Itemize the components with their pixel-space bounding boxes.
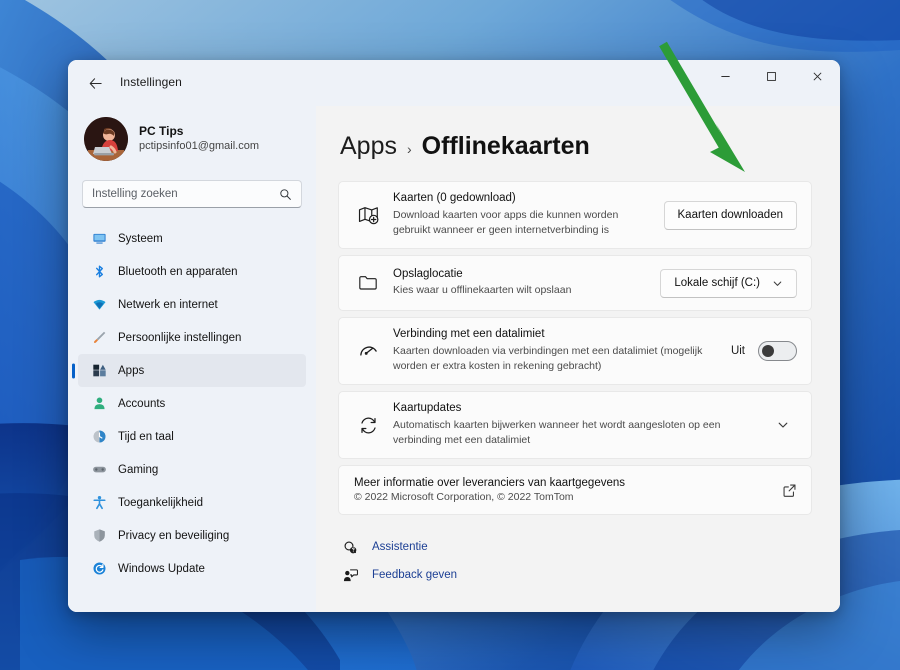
chevron-down-icon: [772, 278, 783, 289]
search-icon: [279, 188, 292, 201]
chevron-down-icon: [778, 422, 788, 428]
window-controls: [702, 60, 840, 93]
wifi-icon: [91, 297, 107, 313]
person-icon: [91, 396, 107, 412]
card-storage-location: Opslaglocatie Kies waar u offlinekaarten…: [338, 255, 812, 312]
sidebar-item-bluetooth-en-apparaten[interactable]: Bluetooth en apparaten: [78, 255, 306, 288]
main-content: Apps › Offlinekaarten Kaarten (0 gedownl…: [316, 106, 840, 612]
avatar: [84, 117, 128, 161]
metered-connection-toggle[interactable]: [758, 341, 797, 362]
card-title: Kaarten (0 gedownload): [393, 192, 516, 204]
card-map-updates[interactable]: Kaartupdates Automatisch kaarten bijwerk…: [338, 391, 812, 460]
sidebar-item-persoonlijke-instellingen[interactable]: Persoonlijke instellingen: [78, 321, 306, 354]
sidebar-item-accounts[interactable]: Accounts: [78, 387, 306, 420]
footer-links: Assistentie Feedback geven: [338, 533, 812, 589]
download-maps-button[interactable]: Kaarten downloaden: [663, 200, 797, 230]
close-button[interactable]: [794, 60, 840, 93]
sidebar-item-label: Toegankelijkheid: [118, 496, 204, 509]
sidebar-item-systeem[interactable]: Systeem: [78, 222, 306, 255]
sidebar-item-windows-update[interactable]: Windows Update: [78, 552, 306, 585]
sidebar-item-gaming[interactable]: Gaming: [78, 453, 306, 486]
toggle-knob: [762, 345, 774, 358]
apps-icon: [91, 363, 107, 379]
breadcrumb: Apps › Offlinekaarten: [338, 132, 812, 161]
sidebar-item-label: Privacy en beveiliging: [118, 529, 230, 542]
breadcrumb-separator: ›: [406, 141, 412, 157]
sidebar-item-toegankelijkheid[interactable]: Toegankelijkheid: [78, 486, 306, 519]
account-email: pctipsinfo01@gmail.com: [139, 140, 259, 153]
window-title: Instellingen: [120, 75, 182, 89]
breadcrumb-parent[interactable]: Apps: [340, 132, 397, 161]
footer-link-label: Assistentie: [372, 541, 428, 554]
card-subtitle: Kies waar u offlinekaarten wilt opslaan: [393, 284, 572, 297]
sidebar-item-label: Netwerk en internet: [118, 298, 218, 311]
sidebar-item-privacy-en-beveiliging[interactable]: Privacy en beveiliging: [78, 519, 306, 552]
paintbrush-icon: [91, 330, 107, 346]
card-subtitle: Kaarten downloaden via verbindingen met …: [393, 344, 703, 373]
sidebar-nav: Systeem Bluetooth en apparaten Netwerk e…: [78, 222, 306, 612]
maximize-icon: [766, 72, 776, 81]
card-metered-connection: Verbinding met een datalimiet Kaarten do…: [338, 317, 812, 386]
info-card-subtitle: © 2022 Microsoft Corporation, © 2022 Tom…: [354, 491, 574, 504]
clock-globe-icon: [91, 429, 107, 445]
gamepad-icon: [91, 462, 107, 478]
folder-icon: [352, 273, 384, 293]
gauge-icon: [352, 341, 384, 362]
info-card-title: Meer informatie over leveranciers van ka…: [354, 477, 626, 490]
feedback-icon: [342, 568, 359, 583]
sidebar-item-netwerk-en-internet[interactable]: Netwerk en internet: [78, 288, 306, 321]
settings-window: Instellingen PC Tips pctipsinfo01@gmail.…: [68, 60, 840, 612]
sidebar-item-apps[interactable]: Apps: [78, 354, 306, 387]
back-arrow-icon: [89, 77, 102, 89]
card-title: Kaartupdates: [393, 402, 462, 415]
page-title: Offlinekaarten: [421, 132, 590, 160]
sidebar: PC Tips pctipsinfo01@gmail.com Instellin…: [68, 106, 316, 612]
sidebar-item-label: Windows Update: [118, 562, 205, 575]
sidebar-item-label: Tijd en taal: [118, 430, 174, 443]
sidebar-item-tijd-en-taal[interactable]: Tijd en taal: [78, 420, 306, 453]
monitor-icon: [91, 231, 107, 247]
minimize-icon: [720, 76, 730, 77]
map-updates-expander[interactable]: [769, 411, 797, 439]
update-icon: [91, 561, 107, 577]
card-subtitle: Automatisch kaarten bijwerken wanneer he…: [393, 418, 721, 447]
sidebar-item-label: Accounts: [118, 397, 166, 410]
account-name: PC Tips: [139, 124, 184, 139]
account-summary[interactable]: PC Tips pctipsinfo01@gmail.com: [78, 106, 306, 168]
footer-link-label: Feedback geven: [372, 569, 458, 582]
card-title: Verbinding met een datalimiet: [393, 328, 545, 341]
card-map-data-providers[interactable]: Meer informatie over leveranciers van ka…: [338, 465, 812, 516]
search-area: [78, 168, 306, 208]
back-button[interactable]: [80, 68, 110, 98]
sidebar-item-label: Bluetooth en apparaten: [118, 265, 238, 278]
feedback-link[interactable]: Feedback geven: [342, 561, 812, 589]
title-bar: Instellingen: [68, 60, 840, 106]
dropdown-value: Lokale schijf (C:): [674, 277, 760, 290]
close-icon: [813, 72, 821, 81]
refresh-icon: [352, 415, 384, 436]
shield-icon: [91, 528, 107, 544]
help-link[interactable]: Assistentie: [342, 533, 812, 561]
minimize-button[interactable]: [702, 60, 748, 93]
search-box[interactable]: [82, 180, 302, 208]
sidebar-item-label: Apps: [118, 364, 145, 377]
external-link-icon: [782, 483, 797, 498]
toggle-state-label: Uit: [730, 345, 745, 358]
map-add-icon: [352, 205, 384, 226]
maximize-button[interactable]: [748, 60, 794, 93]
card-subtitle: Download kaarten voor apps die kunnen wo…: [393, 208, 619, 237]
user-avatar-icon: [84, 117, 128, 161]
accessibility-icon: [91, 495, 107, 511]
bluetooth-icon: [91, 264, 107, 280]
card-title: Opslaglocatie: [393, 267, 463, 280]
storage-location-dropdown[interactable]: Lokale schijf (C:): [660, 268, 797, 298]
sidebar-item-label: Persoonlijke instellingen: [118, 331, 242, 344]
help-icon: [342, 540, 359, 555]
sidebar-item-label: Systeem: [118, 232, 163, 245]
search-input[interactable]: [92, 188, 279, 200]
sidebar-item-label: Gaming: [118, 463, 159, 476]
card-maps-download: Kaarten (0 gedownload) Download kaarten …: [338, 181, 812, 250]
